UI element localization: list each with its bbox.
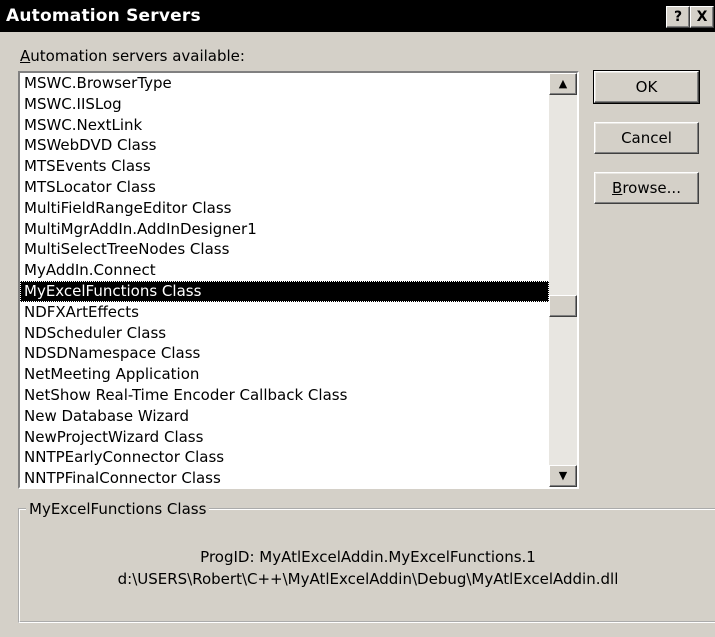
list-item[interactable]: MyAddIn.Connect	[20, 260, 549, 281]
list-rows: MSWC.BrowserType MSWC.IISLog MSWC.NextLink…	[20, 73, 549, 487]
title-bar[interactable]: Automation Servers ? X	[0, 0, 715, 32]
list-item[interactable]: MSWC.NextLink	[20, 115, 549, 136]
cancel-button[interactable]: Cancel	[594, 122, 699, 154]
list-scrollbar[interactable]: ▲ ▼	[549, 73, 577, 487]
list-item[interactable]: NNTPEarlyConnector Class	[20, 447, 549, 468]
help-button[interactable]: ?	[666, 6, 690, 28]
close-button[interactable]: X	[690, 6, 714, 28]
list-item[interactable]: MultiSelectTreeNodes Class	[20, 239, 549, 260]
automation-servers-list[interactable]: MSWC.BrowserType MSWC.IISLog MSWC.NextLink…	[18, 71, 579, 489]
list-item[interactable]: New Database Wizard	[20, 406, 549, 427]
list-item[interactable]: NDScheduler Class	[20, 323, 549, 344]
browse-accel: B	[612, 179, 623, 197]
list-item[interactable]: MTSLocator Class	[20, 177, 549, 198]
browse-button[interactable]: Browse...	[594, 172, 699, 204]
scroll-thumb[interactable]	[549, 295, 577, 317]
list-item[interactable]: MultiMgrAddIn.AddInDesigner1	[20, 219, 549, 240]
list-item[interactable]: MultiFieldRangeEditor Class	[20, 198, 549, 219]
progid-text: ProgID: MyAtlExcelAddin.MyExcelFunctions…	[200, 548, 536, 566]
browse-label: rowse...	[622, 179, 681, 197]
list-item[interactable]: NetMeeting Application	[20, 364, 549, 385]
list-item[interactable]: MSWC.BrowserType	[20, 73, 549, 94]
scroll-up-button[interactable]: ▲	[549, 73, 577, 95]
arrow-down-icon: ▼	[558, 469, 568, 482]
server-info-title: MyExcelFunctions Class	[29, 500, 207, 518]
ok-button[interactable]: OK	[593, 70, 700, 104]
list-item[interactable]: NetShow Real-Time Encoder Callback Class	[20, 385, 549, 406]
list-item[interactable]: NNTPFinalConnector Class	[20, 468, 549, 487]
server-info-group: MyExcelFunctions Class ProgID: MyAtlExce…	[18, 500, 715, 623]
list-item[interactable]: NDSDNamespace Class	[20, 343, 549, 364]
servers-list-label: Automation servers available:	[20, 47, 245, 65]
servers-label-text: utomation servers available:	[30, 47, 245, 65]
list-item[interactable]: NDFXArtEffects	[20, 302, 549, 323]
scroll-down-button[interactable]: ▼	[549, 465, 577, 487]
servers-label-accel: A	[20, 47, 31, 65]
arrow-up-icon: ▲	[558, 77, 568, 90]
dll-path-text: d:\USERS\Robert\C++\MyAtlExcelAddin\Debu…	[117, 570, 619, 588]
list-item[interactable]: MSWC.IISLog	[20, 94, 549, 115]
window-title: Automation Servers	[6, 6, 201, 26]
list-item[interactable]: NewProjectWizard Class	[20, 427, 549, 448]
list-item[interactable]: MSWebDVD Class	[20, 135, 549, 156]
list-item[interactable]: MyExcelFunctions Class	[20, 280, 549, 302]
list-item[interactable]: MTSEvents Class	[20, 156, 549, 177]
